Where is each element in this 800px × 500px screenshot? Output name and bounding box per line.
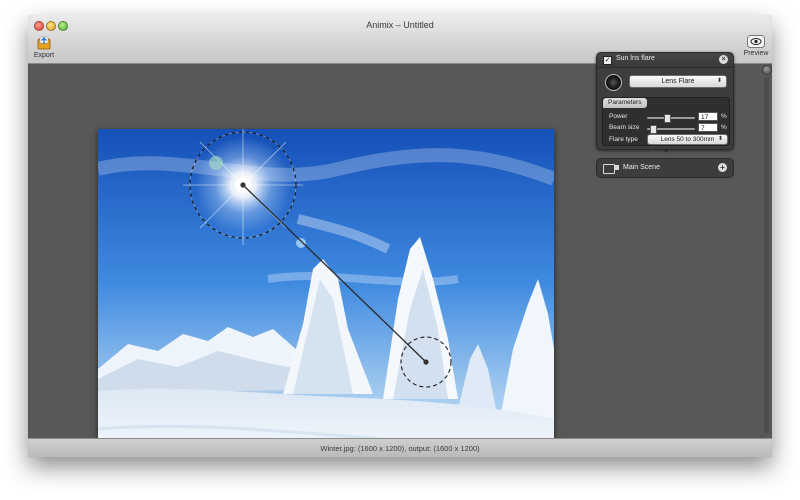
parameters-tab[interactable]: Parameters bbox=[603, 98, 647, 108]
flare-type-select[interactable]: Lens 50 to 300mm ⬍ bbox=[647, 134, 728, 145]
panel-connector bbox=[663, 149, 669, 153]
effect-enabled-checkbox[interactable]: ✓ bbox=[603, 56, 612, 65]
effect-type-value: Lens Flare bbox=[661, 78, 695, 85]
effect-panel-title: Sun lns flare bbox=[616, 55, 655, 62]
effect-type-select[interactable]: Lens Flare ⬍ bbox=[629, 75, 727, 88]
add-effect-icon[interactable]: + bbox=[718, 163, 727, 172]
power-slider-knob[interactable] bbox=[663, 114, 671, 123]
remove-effect-icon[interactable]: × bbox=[719, 55, 728, 64]
preview-button[interactable]: Preview bbox=[736, 35, 772, 57]
power-unit: % bbox=[721, 113, 727, 120]
photo-canvas[interactable] bbox=[98, 129, 554, 457]
panel-scrollbar[interactable] bbox=[764, 77, 769, 433]
lens-icon bbox=[605, 74, 622, 91]
effect-panel: ✓ Sun lns flare × Lens Flare ⬍ Parameter… bbox=[596, 52, 734, 150]
parameters-group: Parameters Power 17 % Beam size 7 % Flar… bbox=[602, 97, 730, 146]
beam-size-value-field[interactable]: 7 bbox=[698, 123, 718, 132]
flare-type-label: Flare type bbox=[609, 136, 638, 143]
beam-size-slider[interactable] bbox=[647, 125, 695, 134]
export-button[interactable]: Export bbox=[28, 35, 64, 59]
scene-icon bbox=[603, 164, 615, 174]
winter-photo bbox=[98, 129, 554, 457]
status-bar: Winter.jpg: (1600 x 1200), output: (1600… bbox=[28, 438, 772, 457]
window-title: Animix – Untitled bbox=[366, 20, 434, 30]
canvas-area bbox=[28, 64, 620, 457]
select-arrows-icon: ⬍ bbox=[716, 78, 722, 84]
power-slider[interactable] bbox=[647, 114, 695, 123]
flare-select-arrows-icon: ⬍ bbox=[717, 136, 723, 142]
preview-eye-icon bbox=[747, 35, 765, 48]
export-icon bbox=[37, 36, 51, 50]
scene-camera-icon bbox=[615, 165, 619, 170]
power-label: Power bbox=[609, 113, 628, 120]
export-label: Export bbox=[33, 52, 55, 59]
preview-label: Preview bbox=[743, 50, 769, 57]
beam-size-label: Beam size bbox=[609, 124, 640, 131]
flare-type-value: Lens 50 to 300mm bbox=[660, 136, 715, 143]
power-value-field[interactable]: 17 bbox=[698, 112, 718, 121]
beam-size-unit: % bbox=[721, 124, 727, 131]
scene-panel[interactable]: Main Scene + bbox=[596, 158, 734, 178]
beam-size-slider-knob[interactable] bbox=[649, 125, 657, 134]
panel-scroll-knob[interactable] bbox=[762, 65, 772, 75]
scene-label: Main Scene bbox=[623, 164, 660, 171]
effect-panel-header: ✓ Sun lns flare × bbox=[597, 53, 733, 68]
